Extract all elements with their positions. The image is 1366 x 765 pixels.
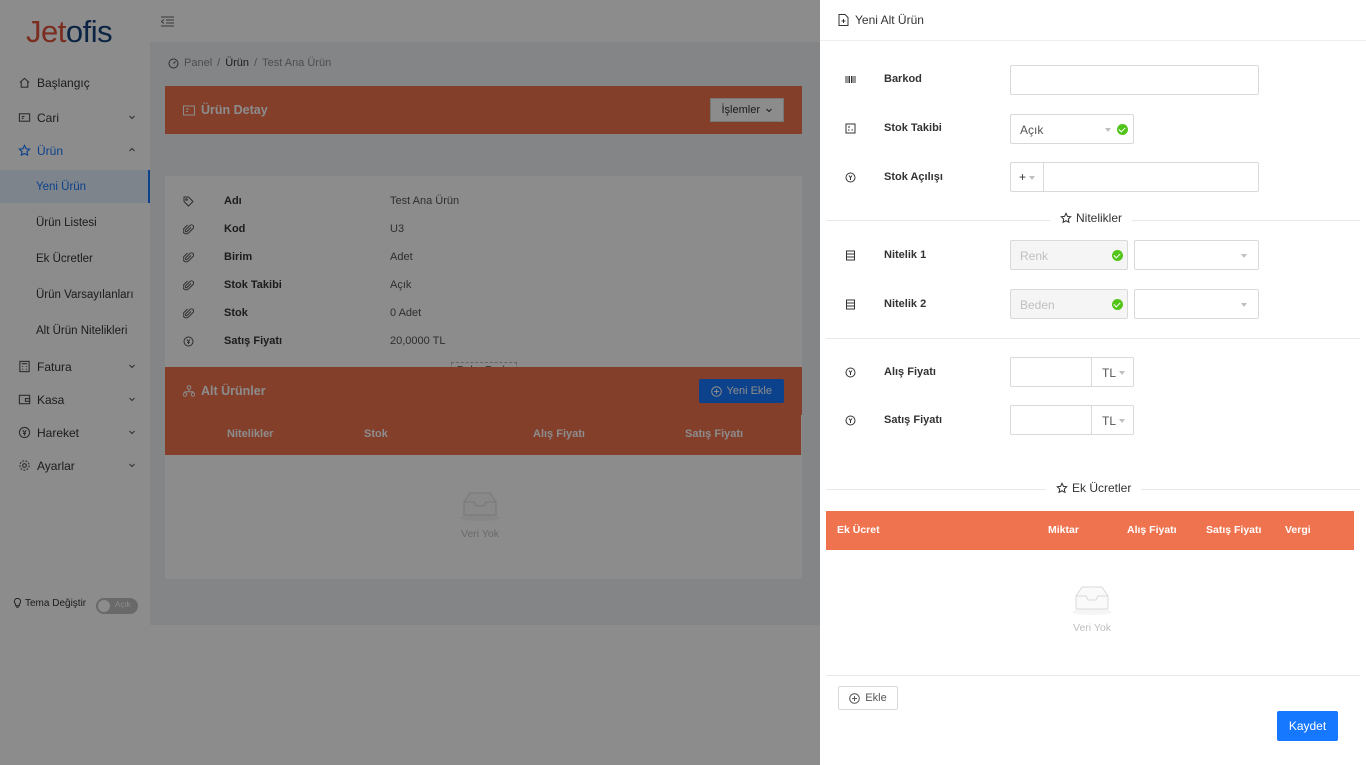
ek-ucretler-section-title: Ek Ücretler [1046, 481, 1142, 495]
ekle-button[interactable]: Ekle [838, 686, 898, 710]
chevron-down-icon [1119, 419, 1125, 423]
nitelik2-value: Beden [1020, 298, 1055, 312]
save-button[interactable]: Kaydet [1277, 711, 1338, 741]
empty-state: Veri Yok [1070, 584, 1114, 634]
nitelik2-label: Nitelik 2 [884, 298, 927, 310]
alis-fiyati-input[interactable] [1010, 357, 1092, 387]
column-header[interactable]: Alış Fiyatı [1127, 524, 1177, 536]
stok-acilisi-label: Stok Açılışı [884, 171, 943, 183]
nitelik1-name-select: Renk [1010, 240, 1128, 270]
satis-fiyati-label: Satış Fiyatı [884, 414, 943, 426]
calculator-icon [845, 123, 856, 134]
currency-icon [845, 367, 856, 378]
ekle-label: Ekle [865, 692, 887, 704]
empty-text: Veri Yok [1073, 622, 1111, 634]
star-icon [1060, 212, 1072, 224]
save-label: Kaydet [1288, 719, 1327, 733]
divider [826, 338, 1360, 339]
currency-icon [845, 415, 856, 426]
satis-currency-value: TL [1102, 414, 1117, 428]
sign-value: + [1019, 170, 1027, 184]
drawer-title: Yeni Alt Ürün [838, 13, 924, 27]
chevron-down-icon [1241, 254, 1247, 258]
drawer-mask[interactable] [0, 0, 820, 765]
stok-takibi-value: Açık [1020, 123, 1044, 137]
check-circle-icon [1117, 124, 1128, 135]
list-icon [846, 299, 855, 310]
barkod-label: Barkod [884, 73, 922, 85]
star-icon [1056, 482, 1068, 494]
stok-takibi-select[interactable]: Açık [1010, 114, 1134, 144]
ek-ucretler-title-text: Ek Ücretler [1072, 481, 1132, 495]
plus-circle-icon [849, 692, 861, 704]
column-header[interactable]: Miktar [1048, 524, 1079, 536]
nitelikler-section-title: Nitelikler [1050, 211, 1133, 225]
stok-takibi-label: Stok Takibi [884, 122, 942, 134]
alis-currency-value: TL [1102, 366, 1117, 380]
nitelik2-option-select[interactable] [1134, 289, 1259, 319]
column-header[interactable]: Vergi [1285, 524, 1311, 536]
check-circle-icon [1112, 250, 1123, 261]
chevron-down-icon [1029, 176, 1035, 180]
chevron-down-icon [1105, 128, 1111, 132]
inbox-empty-icon [1072, 586, 1112, 615]
chevron-down-icon [1241, 303, 1247, 307]
check-circle-icon [1112, 299, 1123, 310]
list-icon [846, 250, 855, 261]
barcode-icon [845, 76, 856, 83]
nitelik1-value: Renk [1020, 249, 1049, 263]
stok-acilisi-input[interactable] [1043, 162, 1259, 192]
satis-fiyati-input[interactable] [1010, 405, 1092, 435]
barkod-input[interactable] [1010, 65, 1259, 95]
nitelik1-label: Nitelik 1 [884, 249, 927, 261]
file-add-icon [838, 14, 849, 26]
currency-icon [845, 172, 856, 183]
nitelik2-name-select: Beden [1010, 289, 1128, 319]
nitelik1-option-select[interactable] [1134, 240, 1259, 270]
alis-currency-select[interactable]: TL [1091, 357, 1134, 387]
alis-fiyati-label: Alış Fiyatı [884, 366, 936, 378]
sign-select[interactable]: + [1010, 162, 1044, 192]
nitelikler-title-text: Nitelikler [1076, 211, 1123, 225]
divider [826, 675, 1360, 676]
ek-ucretler-table-header: Ek Ücret Miktar Alış Fiyatı Satış Fiyatı… [826, 511, 1354, 550]
divider [820, 40, 1366, 41]
chevron-down-icon [1119, 371, 1125, 375]
satis-currency-select[interactable]: TL [1091, 405, 1134, 435]
drawer-title-text: Yeni Alt Ürün [855, 13, 924, 27]
new-sub-product-drawer: Yeni Alt Ürün Barkod Stok Takibi Açık St… [820, 0, 1366, 765]
column-header[interactable]: Ek Ücret [837, 524, 880, 536]
column-header[interactable]: Satış Fiyatı [1206, 524, 1261, 536]
